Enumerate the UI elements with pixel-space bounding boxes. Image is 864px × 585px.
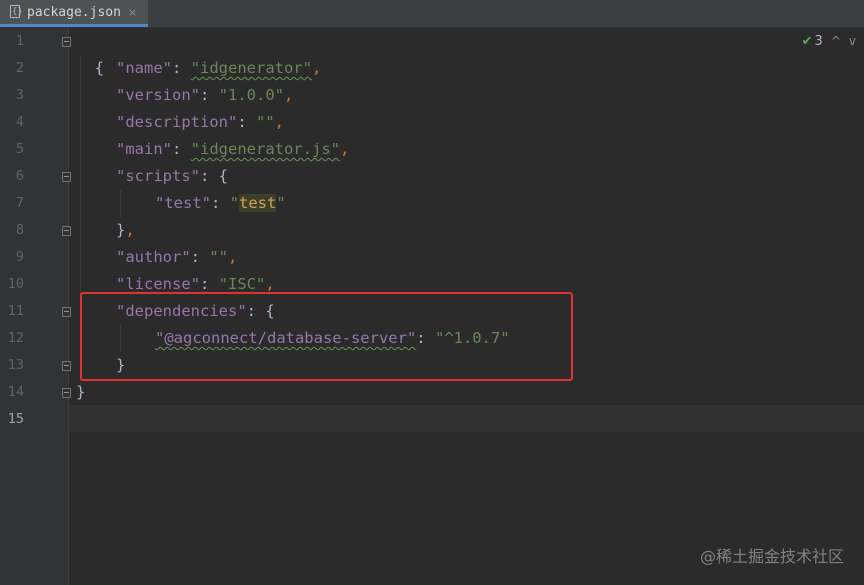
watermark: @稀土掘金技术社区 [699, 547, 844, 566]
inspection-widget[interactable]: ✔ 3 ^ v [802, 31, 856, 51]
editor-tab-bar: {} package.json × [0, 0, 864, 28]
json-string: "1.0.0" [218, 86, 284, 104]
json-string: "idgenerator.js" [190, 140, 340, 158]
indent-guide [120, 190, 121, 217]
code-line-1[interactable]: { [76, 28, 104, 77]
brace: { [94, 59, 105, 77]
comma: , [284, 86, 294, 104]
line-number: 4 [15, 114, 24, 130]
json-key: "test" [155, 194, 211, 212]
comma: , [228, 248, 238, 266]
brace: { [218, 167, 229, 185]
code-line-14[interactable]: } [76, 379, 85, 406]
line-number-current: 15 [7, 411, 24, 427]
line-number: 2 [15, 60, 24, 76]
line-number: 3 [15, 87, 24, 103]
colon: : [172, 140, 191, 158]
colon: : [200, 86, 219, 104]
line-number: 13 [7, 357, 24, 373]
brace: } [116, 221, 126, 239]
comma: , [312, 59, 322, 77]
colon: : [237, 113, 256, 131]
json-key: "author" [116, 248, 191, 266]
line-number: 7 [15, 195, 24, 211]
fold-collapse-icon[interactable] [62, 37, 71, 47]
line-number: 12 [7, 330, 24, 346]
json-string-quote: " [229, 194, 240, 212]
code-line-7[interactable]: "test": "test" [155, 190, 286, 217]
comma: , [125, 221, 135, 239]
chevron-up-icon[interactable]: ^ [831, 34, 841, 48]
current-line-highlight [69, 405, 864, 432]
json-key: "scripts" [116, 167, 200, 185]
inspection-count: 3 [814, 33, 823, 49]
line-number-gutter: 1 2 3 4 5 6 7 8 9 10 11 12 13 14 15 [0, 28, 71, 585]
chevron-down-icon[interactable]: v [849, 34, 856, 48]
json-key: "license" [116, 275, 200, 293]
json-key: "version" [116, 86, 200, 104]
tab-package-json[interactable]: {} package.json × [0, 0, 148, 27]
json-key: "description" [116, 113, 238, 131]
json-string: "idgenerator" [190, 59, 312, 77]
colon: : [172, 59, 191, 77]
line-number: 10 [7, 276, 24, 292]
brace: } [76, 383, 86, 401]
colon: : [211, 194, 230, 212]
json-key: "main" [116, 140, 172, 158]
json-string: "" [209, 248, 228, 266]
code-line-3[interactable]: "version": "1.0.0", [116, 82, 293, 109]
line-number: 11 [7, 303, 24, 319]
tab-label: package.json [27, 4, 121, 20]
line-number: 1 [15, 33, 24, 49]
colon: : [200, 275, 219, 293]
line-number: 6 [15, 168, 24, 184]
fold-collapse-icon[interactable] [62, 307, 71, 317]
fold-collapse-icon[interactable] [62, 388, 71, 398]
code-line-4[interactable]: "description": "", [116, 109, 284, 136]
json-key: "name" [116, 59, 172, 77]
json-string-quote: " [276, 194, 286, 212]
json-string: "ISC" [218, 275, 266, 293]
comma: , [274, 113, 285, 131]
fold-collapse-icon[interactable] [62, 226, 71, 236]
json-string: "" [256, 113, 275, 131]
code-line-2[interactable]: "name": "idgenerator", [116, 55, 321, 82]
code-line-8[interactable]: }, [116, 217, 135, 244]
fold-collapse-icon[interactable] [62, 172, 71, 182]
fold-collapse-icon[interactable] [62, 361, 71, 371]
annotation-highlight-box [80, 292, 573, 381]
code-line-5[interactable]: "main": "idgenerator.js", [116, 136, 349, 163]
comma: , [339, 140, 350, 158]
colon: : [190, 248, 210, 266]
line-number: 14 [7, 384, 24, 400]
colon: : [200, 167, 219, 185]
comma: , [265, 275, 275, 293]
code-line-9[interactable]: "author": "", [116, 244, 237, 271]
code-line-6[interactable]: "scripts": { [116, 163, 228, 190]
line-number: 9 [15, 249, 24, 265]
json-file-icon: {} [10, 5, 23, 18]
line-number: 5 [15, 141, 24, 157]
line-number: 8 [15, 222, 24, 238]
json-string-highlighted: test [239, 194, 277, 212]
check-icon: ✔ [801, 33, 813, 49]
close-icon[interactable]: × [128, 6, 137, 19]
